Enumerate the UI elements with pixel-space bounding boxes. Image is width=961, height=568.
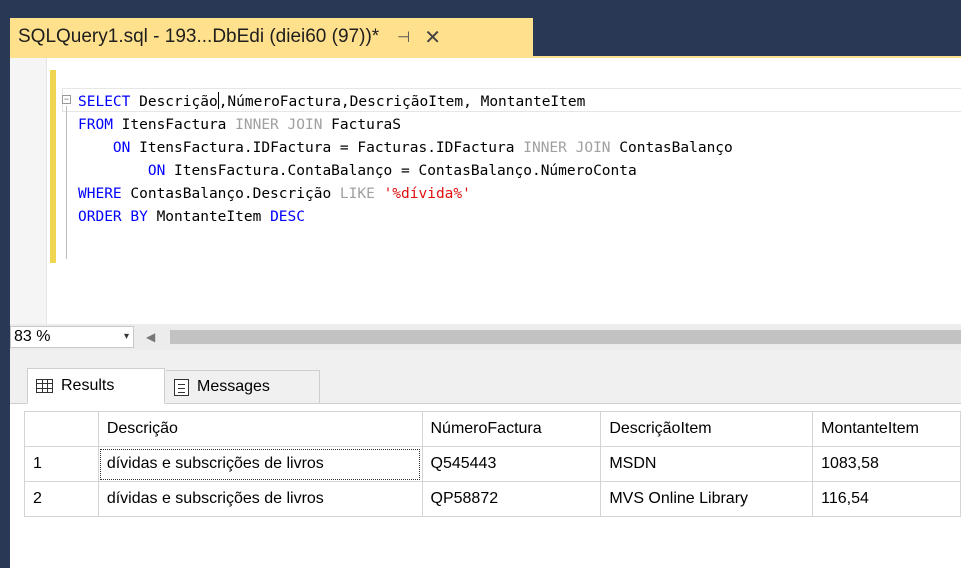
zoom-value: 83 % — [14, 328, 51, 345]
tab-strip-background — [533, 18, 961, 56]
results-panel: Results Messages Descrição NúmeroFactura… — [10, 350, 961, 568]
change-tracking-bar — [50, 70, 56, 263]
keyword-token: LIKE — [339, 186, 375, 202]
pin-icon[interactable]: ⊣ — [397, 28, 410, 46]
code-token: Descrição — [130, 94, 218, 110]
code-line[interactable]: ON ItensFactura.ContaBalanço = ContasBal… — [78, 160, 961, 183]
code-token: ContasBalanço.Descrição — [121, 186, 340, 202]
keyword-token: WHERE — [78, 186, 122, 202]
row-number[interactable]: 2 — [24, 481, 99, 517]
grid-icon — [36, 379, 53, 393]
chevron-down-icon[interactable]: ▾ — [124, 331, 129, 342]
code-line[interactable]: ON ItensFactura.IDFactura = Facturas.IDF… — [78, 137, 961, 160]
code-line[interactable]: ORDER BY MontanteItem DESC — [78, 206, 961, 229]
code-token: ItensFactura.IDFactura = Facturas.IDFact… — [130, 140, 524, 156]
code-token: ItensFactura — [112, 117, 236, 133]
column-header-montanteitem[interactable]: MontanteItem — [812, 411, 961, 447]
code-line[interactable]: FROM ItensFactura INNER JOIN FacturaS — [78, 114, 961, 137]
keyword-token: INNER JOIN — [235, 117, 323, 133]
messages-icon — [174, 378, 189, 396]
cell-montanteitem[interactable]: 1083,58 — [812, 446, 961, 482]
keyword-token: DESC — [270, 209, 305, 225]
column-header-descricao[interactable]: Descrição — [97, 411, 423, 447]
code-token: ,NúmeroFactura,DescriçãoItem, MontanteIt… — [218, 94, 586, 110]
tab-results-label: Results — [61, 377, 115, 394]
close-icon[interactable]: ✕ — [424, 25, 441, 50]
keyword-token: SELECT — [78, 94, 131, 110]
code-token: FacturaS — [322, 117, 402, 133]
code-token: ItensFactura.ContaBalanço = ContasBalanç… — [165, 163, 637, 179]
column-header-descricaoitem[interactable]: DescriçãoItem — [600, 411, 814, 447]
tab-messages[interactable]: Messages — [166, 370, 320, 404]
results-grid[interactable]: Descrição NúmeroFactura DescriçãoItem Mo… — [24, 411, 961, 517]
column-header-numerofactura[interactable]: NúmeroFactura — [421, 411, 602, 447]
column-header-rownum[interactable] — [24, 411, 99, 447]
zoom-select[interactable]: 83 % ▾ — [10, 326, 134, 348]
row-number[interactable]: 1 — [24, 446, 99, 482]
code-token: MontanteItem — [147, 209, 271, 225]
tab-messages-label: Messages — [197, 378, 270, 395]
editor-gutter — [10, 58, 47, 324]
outline-guide — [66, 106, 67, 259]
cell-descricao[interactable]: dívidas e subscrições de livros — [97, 481, 423, 517]
collapse-icon[interactable]: − — [62, 95, 71, 104]
keyword-token: ORDER BY — [78, 209, 148, 225]
cell-descricaoitem[interactable]: MSDN — [600, 446, 814, 482]
grid-header-row: Descrição NúmeroFactura DescriçãoItem Mo… — [24, 411, 961, 447]
table-row[interactable]: 2 dívidas e subscrições de livros QP5887… — [24, 481, 961, 517]
cell-descricaoitem[interactable]: MVS Online Library — [600, 481, 814, 517]
document-tab[interactable]: SQLQuery1.sql - 193...DbEdi (diei60 (97)… — [10, 18, 533, 56]
cell-montanteitem[interactable]: 116,54 — [812, 481, 961, 517]
horizontal-scrollbar[interactable] — [170, 330, 961, 344]
keyword-token: ON — [147, 163, 166, 179]
tab-results[interactable]: Results — [27, 368, 165, 404]
code-line[interactable]: WHERE ContasBalanço.Descrição LIKE '%dív… — [78, 183, 961, 206]
scroll-left-icon[interactable]: ◀ — [146, 330, 155, 344]
keyword-token: INNER JOIN — [523, 140, 611, 156]
keyword-token: FROM — [78, 117, 113, 133]
table-row[interactable]: 1 dívidas e subscrições de livros Q54544… — [24, 446, 961, 482]
code-area[interactable]: SELECT Descrição,NúmeroFactura,Descrição… — [78, 91, 961, 229]
left-frame-strip — [0, 0, 10, 568]
string-token: '%dívida%' — [383, 186, 471, 202]
keyword-token: ON — [112, 140, 131, 156]
code-token: ContasBalanço — [610, 140, 733, 156]
document-tab-title: SQLQuery1.sql - 193...DbEdi (diei60 (97)… — [18, 26, 380, 47]
cell-numerofactura[interactable]: Q545443 — [421, 446, 602, 482]
cell-descricao[interactable]: dívidas e subscrições de livros — [97, 446, 423, 482]
code-line[interactable]: SELECT Descrição,NúmeroFactura,Descrição… — [78, 91, 961, 114]
cell-numerofactura[interactable]: QP58872 — [421, 481, 602, 517]
sql-editor[interactable]: − SELECT Descrição,NúmeroFactura,Descriç… — [10, 56, 961, 324]
